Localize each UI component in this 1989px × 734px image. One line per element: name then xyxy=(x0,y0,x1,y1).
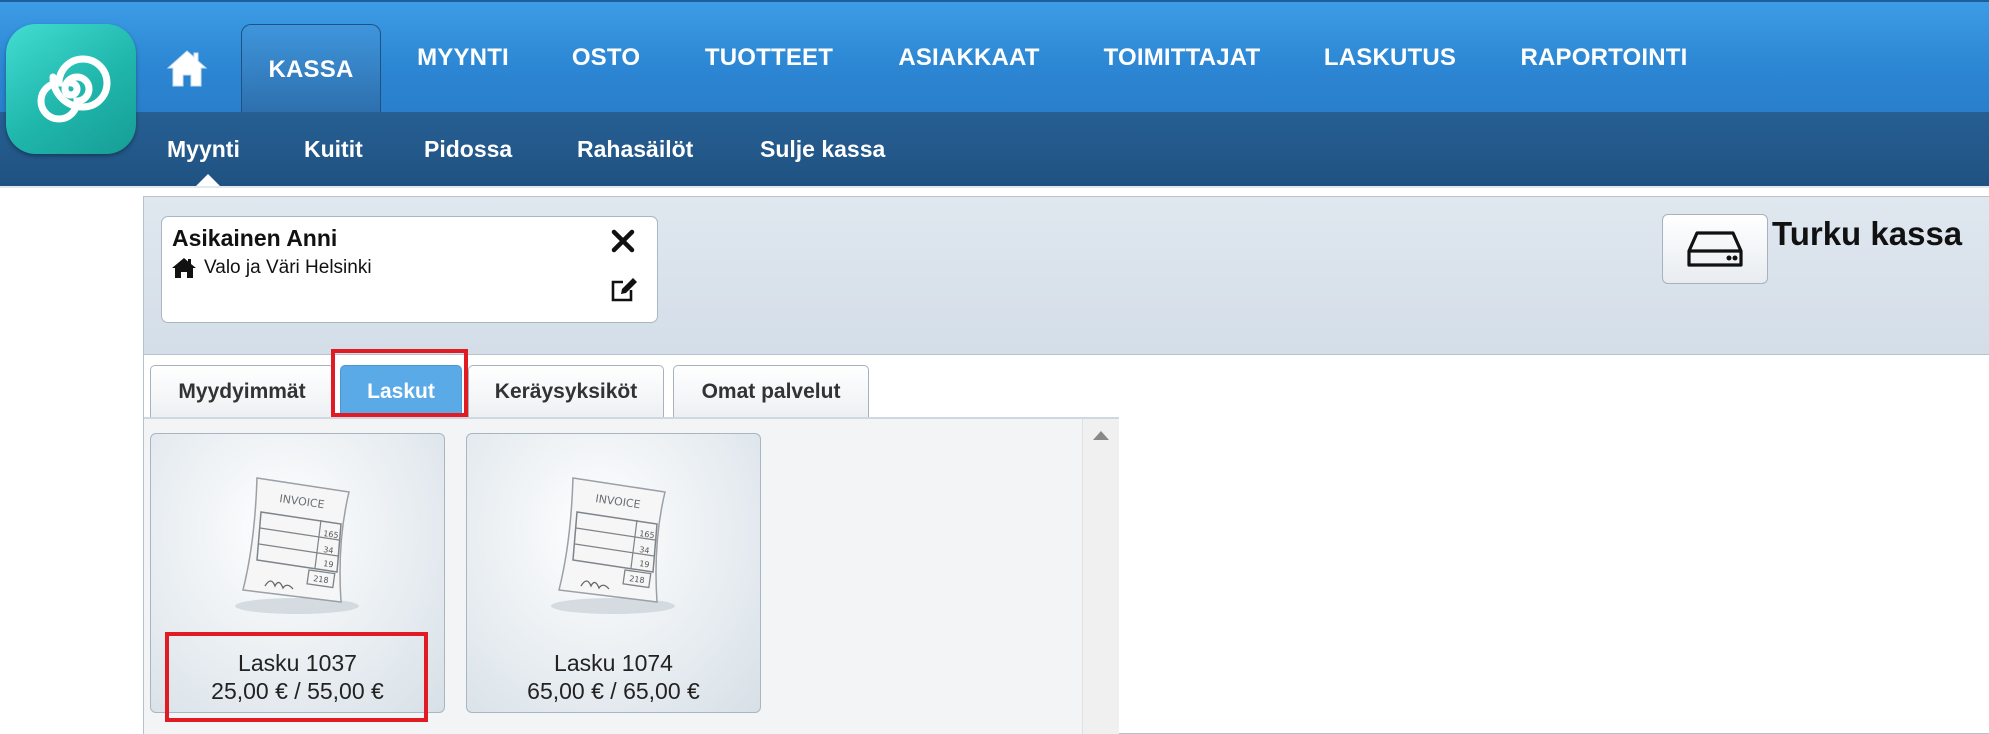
cash-drawer-icon xyxy=(1687,231,1743,267)
subnav-item-kuitit[interactable]: Kuitit xyxy=(304,112,363,186)
nav-tab-label: ASIAKKAAT xyxy=(898,44,1040,71)
pos-app: KASSA MYYNTI OSTO TUOTTEET ASIAKKAAT TOI… xyxy=(0,0,1989,734)
invoice-card-1074[interactable]: INVOICE 165 34 19 218 Lasku 1074 65,00 €… xyxy=(466,433,761,713)
invoice-image-value: 34 xyxy=(639,545,650,555)
subnav-item-label: Kuitit xyxy=(304,135,363,162)
nav-tab-kassa[interactable]: KASSA xyxy=(241,24,381,114)
subnav-item-sulje-kassa[interactable]: Sulje kassa xyxy=(760,112,885,186)
tab-label: Myydyimmät xyxy=(178,379,306,403)
tab-myydyimmat[interactable]: Myydyimmät xyxy=(150,365,334,417)
nav-tab-label: RAPORTOINTI xyxy=(1520,44,1688,71)
tab-keraysyksikot[interactable]: Keräysyksiköt xyxy=(468,365,664,417)
home-button[interactable] xyxy=(165,46,209,90)
register-name: Turku kassa xyxy=(1772,215,1963,252)
invoice-icon: INVOICE 165 34 19 218 xyxy=(235,477,359,614)
nav-tab-tuotteet[interactable]: TUOTTEET xyxy=(690,2,848,114)
nav-tab-osto[interactable]: OSTO xyxy=(556,2,656,114)
nav-tab-raportointi[interactable]: RAPORTOINTI xyxy=(1508,2,1700,114)
subnav-item-label: Myynti xyxy=(167,135,240,162)
nav-tab-label: TOIMITTAJAT xyxy=(1103,44,1261,71)
swirl-logo-icon xyxy=(37,55,111,123)
sub-nav xyxy=(0,112,1989,186)
scrollbar[interactable] xyxy=(1082,419,1119,734)
scroll-up-arrow-icon[interactable] xyxy=(1093,431,1109,440)
nav-tab-toimittajat[interactable]: TOIMITTAJAT xyxy=(1090,2,1274,114)
nav-tab-label: KASSA xyxy=(268,55,354,83)
invoice-image-value: 19 xyxy=(639,559,650,569)
invoice-card-1037[interactable]: INVOICE 165 34 19 218 Lasku 1037 25,00 €… xyxy=(150,433,445,713)
invoice-icon: INVOICE 165 34 19 218 xyxy=(551,477,675,614)
nav-tab-asiakkaat[interactable]: ASIAKKAAT xyxy=(884,2,1054,114)
tab-label: Laskut xyxy=(367,379,435,403)
sale-header: Asikainen Anni Valo ja Väri Helsinki Tur… xyxy=(144,197,1989,355)
cash-drawer-button[interactable] xyxy=(1662,214,1768,284)
nav-tab-label: TUOTTEET xyxy=(704,44,834,71)
tab-label: Keräysyksiköt xyxy=(494,379,638,403)
subnav-item-rahasailot[interactable]: Rahasäilöt xyxy=(577,112,693,186)
tab-omat-palvelut[interactable]: Omat palvelut xyxy=(673,365,869,417)
subnav-item-label: Pidossa xyxy=(424,135,513,162)
customer-card: Asikainen Anni Valo ja Väri Helsinki xyxy=(161,216,658,323)
invoice-image-value: 34 xyxy=(323,545,334,555)
nav-tab-label: OSTO xyxy=(571,44,641,71)
nav-tab-myynti[interactable]: MYYNTI xyxy=(400,2,526,114)
nav-tab-label: MYYNTI xyxy=(417,44,509,71)
invoice-title: Lasku 1074 xyxy=(554,650,673,676)
customer-store: Valo ja Väri Helsinki xyxy=(172,257,372,279)
edit-icon[interactable] xyxy=(609,275,639,305)
nav-tab-laskutus[interactable]: LASKUTUS xyxy=(1312,2,1468,114)
subnav-divider xyxy=(0,186,1989,188)
invoice-amount: 65,00 € / 65,00 € xyxy=(527,678,700,704)
category-tabs: Myydyimmät Laskut Keräysyksiköt Omat pal… xyxy=(144,355,1119,419)
top-nav: KASSA MYYNTI OSTO TUOTTEET ASIAKKAAT TOI… xyxy=(0,0,1989,114)
tab-label: Omat palvelut xyxy=(701,379,841,403)
main-panel: Asikainen Anni Valo ja Väri Helsinki Tur… xyxy=(143,196,1989,734)
app-logo[interactable] xyxy=(6,24,136,154)
home-icon xyxy=(166,50,208,87)
invoice-title: Lasku 1037 xyxy=(238,650,357,676)
subnav-item-label: Sulje kassa xyxy=(760,135,886,162)
invoice-grid: INVOICE 165 34 19 218 Lasku 1037 25,00 €… xyxy=(144,419,1082,734)
customer-store-label: Valo ja Väri Helsinki xyxy=(204,257,372,278)
invoice-image-value: 19 xyxy=(323,559,334,569)
tab-laskut[interactable]: Laskut xyxy=(340,365,462,417)
customer-name: Asikainen Anni xyxy=(172,225,338,251)
nav-tab-label: LASKUTUS xyxy=(1323,44,1457,71)
active-subnav-pointer xyxy=(196,174,220,186)
product-selector: Myydyimmät Laskut Keräysyksiköt Omat pal… xyxy=(144,355,1119,734)
subnav-item-pidossa[interactable]: Pidossa xyxy=(424,112,512,186)
home-icon xyxy=(172,258,196,278)
invoice-amount: 25,00 € / 55,00 € xyxy=(211,678,384,704)
subnav-item-label: Rahasäilöt xyxy=(577,135,694,162)
close-icon[interactable] xyxy=(609,227,637,255)
